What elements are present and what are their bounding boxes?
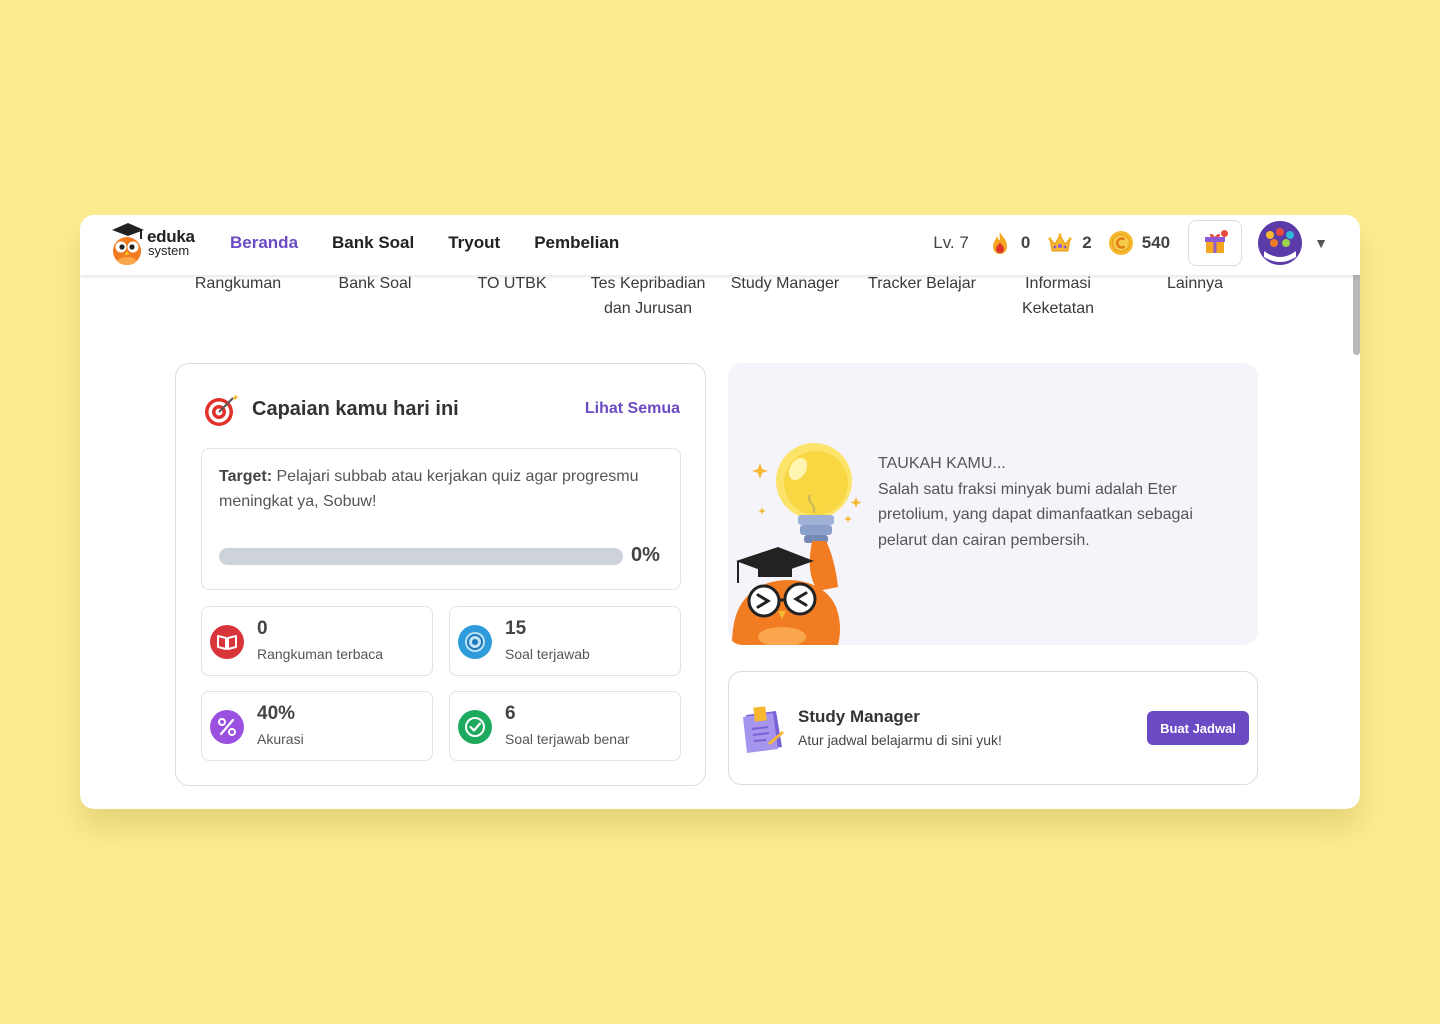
target-text: Pelajari subbab atau kerjakan quiz agar … (219, 468, 639, 510)
level-label: Lv. 7 (933, 233, 969, 252)
nav-item-tryout[interactable]: Tryout (448, 233, 500, 253)
fact-text: TAUKAH KAMU... Salah satu fraksi minyak … (878, 451, 1228, 553)
gift-button[interactable] (1188, 220, 1243, 266)
coin-stat[interactable]: 540 (1108, 230, 1170, 256)
crown-icon (1048, 233, 1072, 252)
fact-body: Salah satu fraksi minyak bumi adalah Ete… (878, 480, 1193, 549)
notebook-icon (743, 706, 784, 753)
chevron-down-icon[interactable]: ▼ (1314, 235, 1328, 251)
rangkuman-label: Rangkuman terbaca (257, 646, 384, 662)
soal-terjawab-label: Soal terjawab (505, 646, 590, 662)
view-all-link[interactable]: Lihat Semua (585, 400, 680, 418)
progress-bar (219, 548, 623, 565)
stat-card-akurasi[interactable]: 40% Akurasi (201, 691, 433, 761)
logo-sub-text: system (148, 243, 190, 258)
book-icon (210, 625, 244, 659)
check-icon (458, 710, 492, 744)
percent-icon (210, 710, 244, 744)
logo-text: eduka system (147, 228, 195, 258)
streak-value: 0 (1020, 233, 1031, 252)
user-stats: Lv. 7 0 2 540 ▼ (933, 215, 1360, 271)
owl-logo-icon (112, 223, 144, 265)
nav-item-bank-soal[interactable]: Bank Soal (332, 233, 414, 253)
stat-card-soal-terjawab[interactable]: 15 Soal terjawab (449, 606, 681, 676)
create-schedule-button[interactable]: Buat Jadwal (1147, 711, 1249, 745)
study-manager-subtitle: Atur jadwal belajarmu di sini yuk! (798, 732, 1002, 748)
progress-percent: 0% (631, 544, 660, 566)
crown-stat[interactable]: 2 (1046, 230, 1092, 256)
study-manager-title: Study Manager (798, 707, 920, 726)
owl-lightbulb-illustration (732, 443, 862, 645)
crown-value: 2 (1082, 233, 1092, 252)
study-manager-card: Study Manager Atur jadwal belajarmu di s… (728, 671, 1258, 785)
achievement-card: Capaian kamu hari ini Lihat Semua Target… (175, 363, 706, 786)
dartboard-icon (205, 395, 238, 426)
soal-benar-value: 6 (505, 703, 516, 724)
avatar[interactable] (1258, 221, 1303, 265)
menu-item-tes-kepribadian[interactable]: Tes Kepribadian dan Jurusan (578, 271, 718, 321)
app-window: eduka system Beranda Bank Soal Tryout Pe… (80, 215, 1360, 809)
target-label: Target: (219, 468, 273, 485)
avatar-icon (1258, 221, 1303, 265)
achievement-title: Capaian kamu hari ini (252, 398, 459, 420)
target-box: Target: Pelajari subbab atau kerjakan qu… (201, 448, 681, 590)
quick-menu: Rangkuman Bank Soal TO UTBK Tes Kepribad… (80, 271, 1360, 331)
top-header: eduka system Beranda Bank Soal Tryout Pe… (80, 215, 1360, 275)
fire-icon (992, 232, 1007, 254)
fact-heading: TAUKAH KAMU... (878, 455, 1006, 472)
eduka-logo[interactable]: eduka system (110, 221, 210, 267)
target-description: Target: Pelajari subbab atau kerjakan qu… (219, 464, 669, 514)
akurasi-label: Akurasi (257, 731, 304, 747)
streak-stat[interactable]: 0 (987, 230, 1030, 256)
rangkuman-value: 0 (257, 618, 268, 639)
fact-card: TAUKAH KAMU... Salah satu fraksi minyak … (728, 363, 1258, 645)
nav-item-pembelian[interactable]: Pembelian (534, 233, 619, 253)
coin-icon (1108, 231, 1133, 255)
stat-card-soal-benar[interactable]: 6 Soal terjawab benar (449, 691, 681, 761)
soal-benar-label: Soal terjawab benar (505, 731, 630, 747)
menu-item-informasi-keketatan[interactable]: Informasi Keketatan (988, 271, 1128, 321)
main-nav: Beranda Bank Soal Tryout Pembelian (230, 215, 653, 271)
stat-card-rangkuman[interactable]: 0 Rangkuman terbaca (201, 606, 433, 676)
nav-item-beranda[interactable]: Beranda (230, 233, 298, 253)
akurasi-value: 40% (257, 703, 296, 724)
soal-terjawab-value: 15 (505, 618, 527, 639)
coin-value: 540 (1141, 233, 1171, 252)
target-icon (458, 625, 492, 659)
